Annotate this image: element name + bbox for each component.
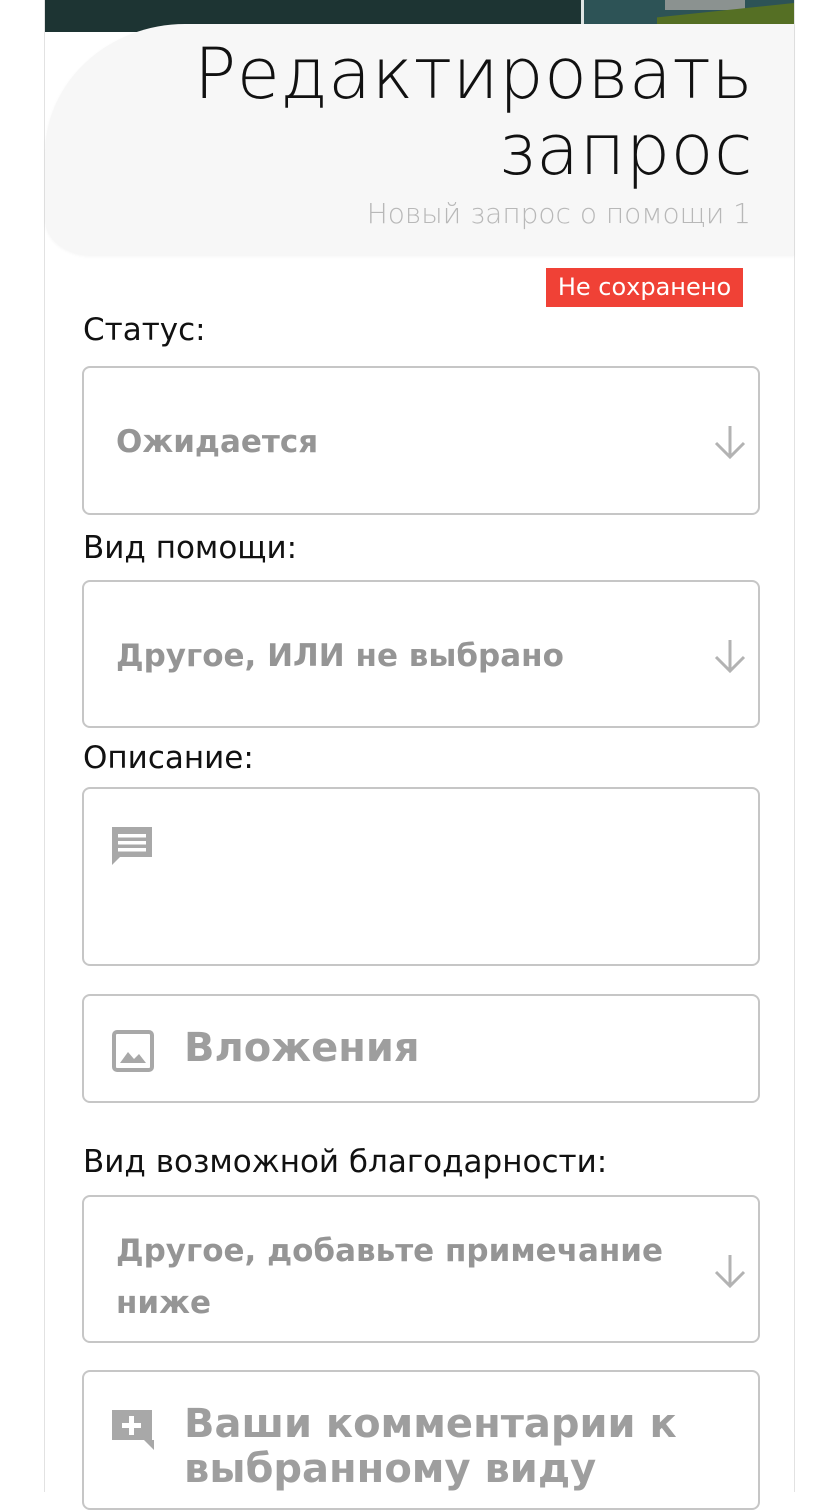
arrow-down-icon: [714, 426, 746, 460]
description-textarea[interactable]: [82, 787, 760, 966]
description-label: Описание:: [83, 740, 254, 776]
comment-icon: [112, 827, 152, 865]
image-icon: [112, 1030, 154, 1072]
attachments-label: Вложения: [184, 1025, 420, 1071]
attachments-button[interactable]: Вложения: [82, 994, 760, 1103]
status-label: Статус:: [83, 312, 206, 348]
arrow-down-icon: [714, 640, 746, 674]
gratitude-comment-placeholder: Ваши комментарии к выбранному виду: [184, 1401, 677, 1492]
unsaved-status-badge: Не сохранено: [546, 268, 743, 307]
help-type-select[interactable]: Другое, ИЛИ не выбрано: [82, 580, 760, 728]
status-select-value: Ожидается: [116, 424, 319, 460]
gratitude-type-label: Вид возможной благодарности:: [83, 1144, 608, 1180]
page-title: Редактировать запрос: [193, 33, 753, 191]
gratitude-type-select-value: Другое, добавьте примечание ниже: [116, 1233, 664, 1321]
status-select[interactable]: Ожидается: [82, 366, 760, 515]
gratitude-comment-textarea[interactable]: Ваши комментарии к выбранному виду: [82, 1370, 760, 1510]
gratitude-type-select[interactable]: Другое, добавьте примечание ниже: [82, 1195, 760, 1343]
page-subtitle: Новый запрос о помощи 1: [366, 197, 751, 230]
arrow-down-icon: [714, 1255, 746, 1289]
help-type-label: Вид помощи:: [83, 530, 298, 566]
add-comment-icon: [112, 1410, 154, 1450]
help-type-select-value: Другое, ИЛИ не выбрано: [116, 638, 564, 674]
